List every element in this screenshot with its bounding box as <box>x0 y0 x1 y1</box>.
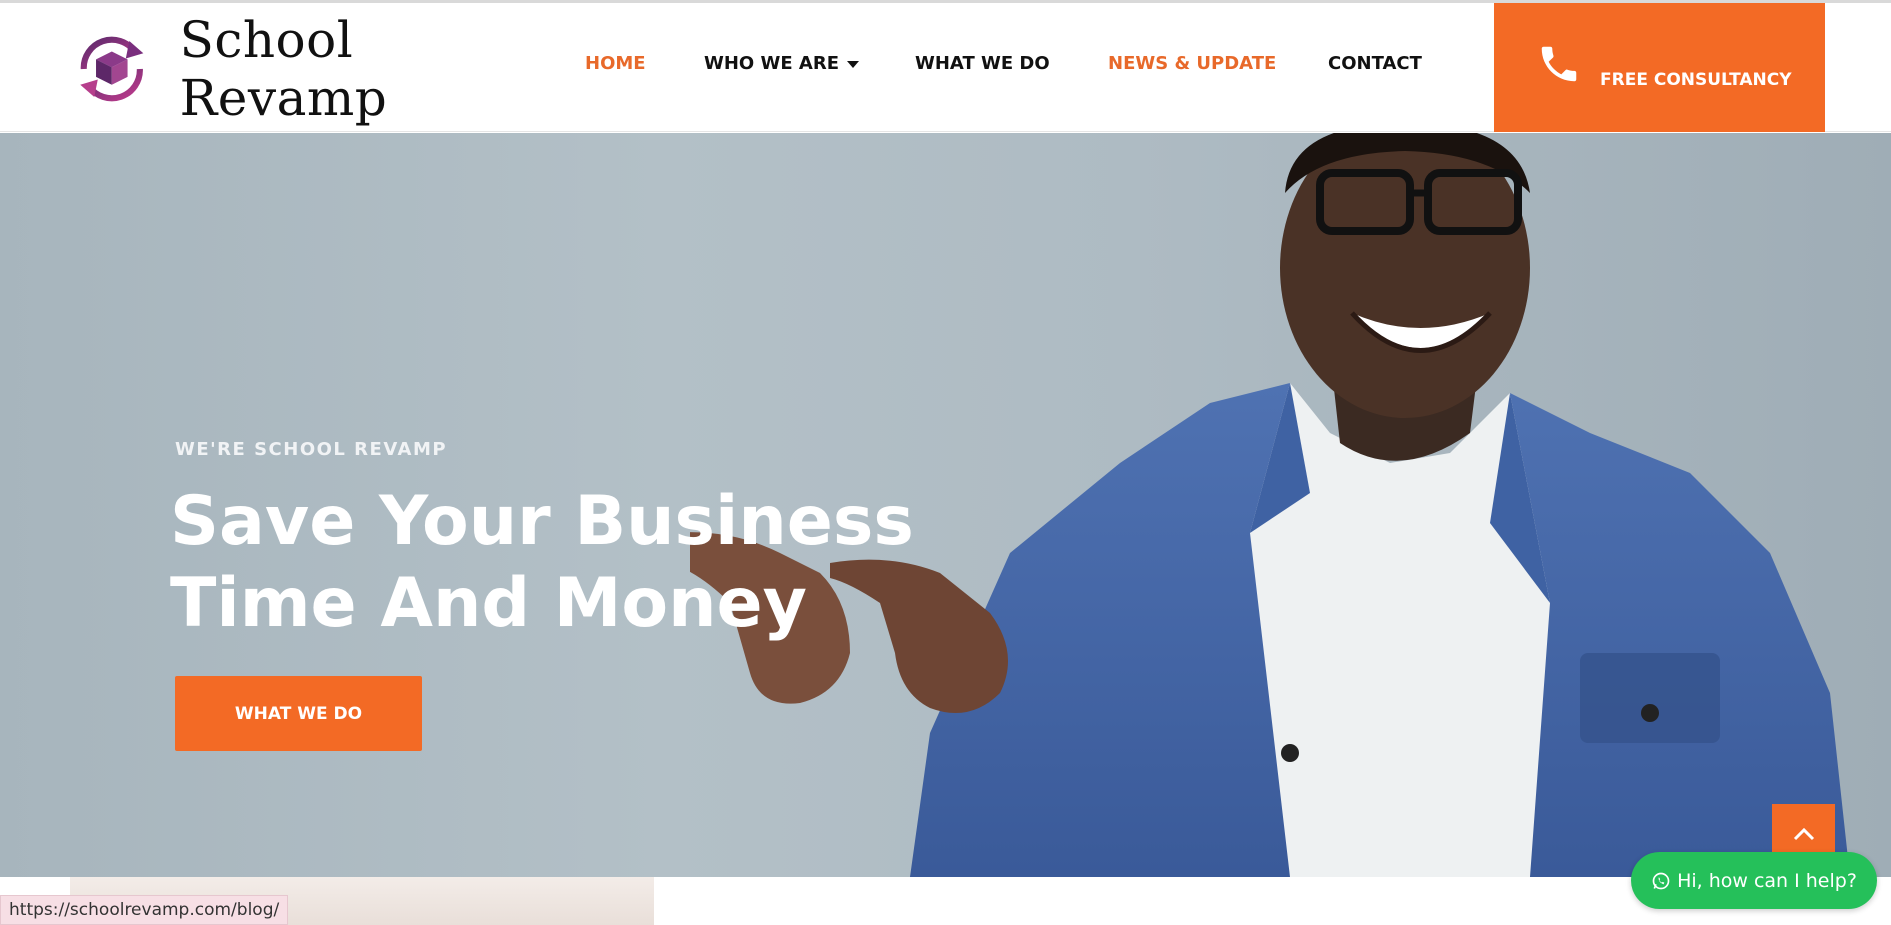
hero-headline: Save Your Business Time And Money <box>170 482 914 643</box>
nav-what-we-do[interactable]: WHAT WE DO <box>915 53 1050 74</box>
hero-section: WE'RE SCHOOL REVAMP Save Your Business T… <box>0 133 1891 877</box>
whatsapp-chat-button[interactable]: Hi, how can I help? <box>1631 852 1877 909</box>
box-cycle-icon <box>80 36 144 102</box>
chat-label: Hi, how can I help? <box>1677 869 1857 892</box>
page: School Revamp HOME WHO WE ARE WHAT WE DO… <box>0 0 1891 925</box>
phone-icon <box>1541 46 1577 82</box>
nav-who-we-are[interactable]: WHO WE ARE <box>704 53 859 74</box>
nav-who-we-are-label: WHO WE ARE <box>704 53 839 74</box>
nav-contact[interactable]: CONTACT <box>1328 53 1422 74</box>
free-consultancy-button[interactable]: FREE CONSULTANCY <box>1494 3 1825 132</box>
whatsapp-icon <box>1652 872 1670 889</box>
nav-home[interactable]: HOME <box>585 53 646 74</box>
free-consultancy-label: FREE CONSULTANCY <box>1600 70 1792 90</box>
brand-name: School Revamp <box>179 11 388 127</box>
what-we-do-button[interactable]: WHAT WE DO <box>175 676 422 751</box>
caret-down-icon <box>847 60 859 68</box>
site-logo[interactable]: School Revamp <box>68 11 528 127</box>
nav-news-update[interactable]: NEWS & UPDATE <box>1108 53 1276 74</box>
browser-status-url: https://schoolrevamp.com/blog/ <box>0 895 289 925</box>
hero-kicker: WE'RE SCHOOL REVAMP <box>175 439 448 460</box>
chevron-up-icon <box>1793 827 1814 841</box>
